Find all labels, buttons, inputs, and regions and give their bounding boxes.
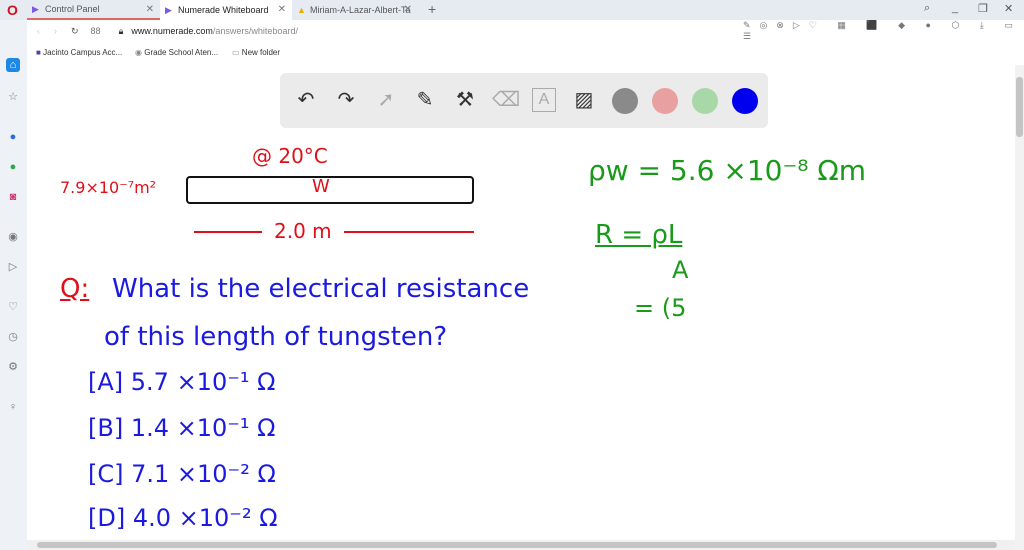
redo-icon[interactable]: ↷ — [332, 86, 360, 114]
length-note: 2.0 m — [262, 219, 344, 243]
bookmark-new-folder[interactable]: ▭ New folder — [232, 48, 280, 57]
question-line-2: of this length of tungsten? — [104, 322, 448, 352]
address-bar-extensions-icon[interactable]: ✎◎⊗▷♡ ▦ ⬛ ◆ ● ⬡ ⤓ ▭ ☰ — [743, 20, 1024, 42]
drive-icon: ▲ — [297, 5, 306, 15]
history-icon[interactable]: ◷ — [6, 330, 20, 344]
whatsapp-icon[interactable]: ● — [6, 160, 20, 174]
eraser-icon[interactable]: ⌫ — [492, 86, 520, 114]
temperature-note: @ 20°C — [252, 144, 328, 168]
bookmark-jacinto[interactable]: ■ Jacinto Campus Acc... — [36, 48, 122, 57]
speed-dial-icon[interactable]: 88 — [91, 26, 101, 36]
wire-drawing — [186, 176, 474, 204]
instagram-icon[interactable]: ◙ — [6, 190, 20, 204]
sidebar: ⌂ ☆ ● ● ◙ ◉ ▷ ♡ ◷ ⚙ ♀ — [0, 20, 27, 550]
close-window-button[interactable]: ✕ — [1004, 2, 1013, 15]
close-icon[interactable]: ✕ — [146, 4, 154, 15]
star-icon[interactable]: ☆ — [6, 90, 20, 104]
opera-logo-icon[interactable]: O — [7, 2, 18, 18]
reload-button[interactable]: ↻ — [71, 26, 79, 37]
color-green[interactable] — [692, 88, 718, 114]
lock-icon: 🔒︎ — [118, 25, 124, 36]
color-gray[interactable] — [612, 88, 638, 114]
messenger-icon[interactable]: ● — [6, 130, 20, 144]
image-icon[interactable]: ▨ — [570, 86, 598, 114]
option-b: [B] 1.4 ×10⁻¹ Ω — [88, 414, 276, 442]
minimize-button[interactable]: _ — [952, 2, 958, 14]
question-line-1: What is the electrical resistance — [112, 274, 530, 304]
heart-icon[interactable]: ♡ — [6, 300, 20, 314]
formula-denominator: A — [672, 256, 689, 284]
tools-icon[interactable]: ⚒ — [451, 86, 479, 114]
home-icon[interactable]: ⌂ — [6, 58, 20, 72]
tab-control-panel[interactable]: ▶ Control Panel ✕ — [27, 0, 160, 20]
wire-label: W — [312, 176, 330, 197]
whiteboard-toolbar: ↶ ↷ ➚ ✎ ⚒ ⌫ A ▨ — [280, 73, 768, 128]
restore-button[interactable]: ❐ — [978, 2, 988, 15]
tab-drive[interactable]: ▲ Miriam-A-Lazar-Albert-Ta ✕ — [292, 0, 418, 20]
option-d: [D] 4.0 ×10⁻² Ω — [88, 504, 278, 532]
url-field[interactable]: www.numerade.com/answers/whiteboard/ — [131, 26, 298, 36]
tab-bar: O ▶ Control Panel ✕ ▶ Numerade Whiteboard ✕ … — [0, 0, 1024, 20]
text-icon[interactable]: A — [532, 88, 556, 112]
pen-icon[interactable]: ✎ — [411, 86, 439, 114]
numerade-icon: ▶ — [165, 4, 172, 15]
bookmark-grade-school[interactable]: ◉ Grade School Aten... — [135, 48, 218, 57]
calculation-step: = (5 — [634, 294, 687, 322]
search-icon[interactable]: ⌕ — [924, 2, 930, 15]
numerade-icon: ▶ — [32, 3, 39, 14]
resistivity-note: ρw = 5.6 ×10⁻⁸ Ωm — [588, 154, 867, 187]
bookmarks-bar: ■ Jacinto Campus Acc... ◉ Grade School A… — [27, 42, 1024, 65]
option-c: [C] 7.1 ×10⁻² Ω — [88, 460, 276, 488]
vertical-scrollbar[interactable] — [1015, 65, 1024, 550]
tab-numerade-whiteboard[interactable]: ▶ Numerade Whiteboard ✕ — [160, 0, 292, 20]
color-red[interactable] — [652, 88, 678, 114]
question-label: Q: — [60, 274, 90, 304]
undo-icon[interactable]: ↶ — [292, 86, 320, 114]
close-icon[interactable]: ✕ — [278, 4, 286, 15]
bulb-icon[interactable]: ♀ — [6, 400, 20, 414]
option-a: [A] 5.7 ×10⁻¹ Ω — [88, 368, 276, 396]
horizontal-scrollbar[interactable] — [27, 540, 1015, 550]
settings-icon[interactable]: ⚙ — [6, 360, 20, 374]
forward-button[interactable]: › — [54, 26, 57, 36]
area-note: 7.9×10⁻⁷m² — [60, 178, 157, 197]
pointer-icon[interactable]: ➚ — [372, 86, 400, 114]
address-bar: ‹ › ↻ 88 🔒︎ www.numerade.com/answers/whi… — [27, 20, 1024, 42]
send-icon[interactable]: ▷ — [6, 260, 20, 274]
back-button[interactable]: ‹ — [37, 26, 40, 36]
new-tab-button[interactable]: + — [428, 1, 436, 17]
color-blue[interactable] — [732, 88, 758, 114]
close-icon[interactable]: ✕ — [404, 4, 412, 15]
resistance-formula: R = ρL — [595, 220, 683, 250]
player-icon[interactable]: ◉ — [6, 230, 20, 244]
